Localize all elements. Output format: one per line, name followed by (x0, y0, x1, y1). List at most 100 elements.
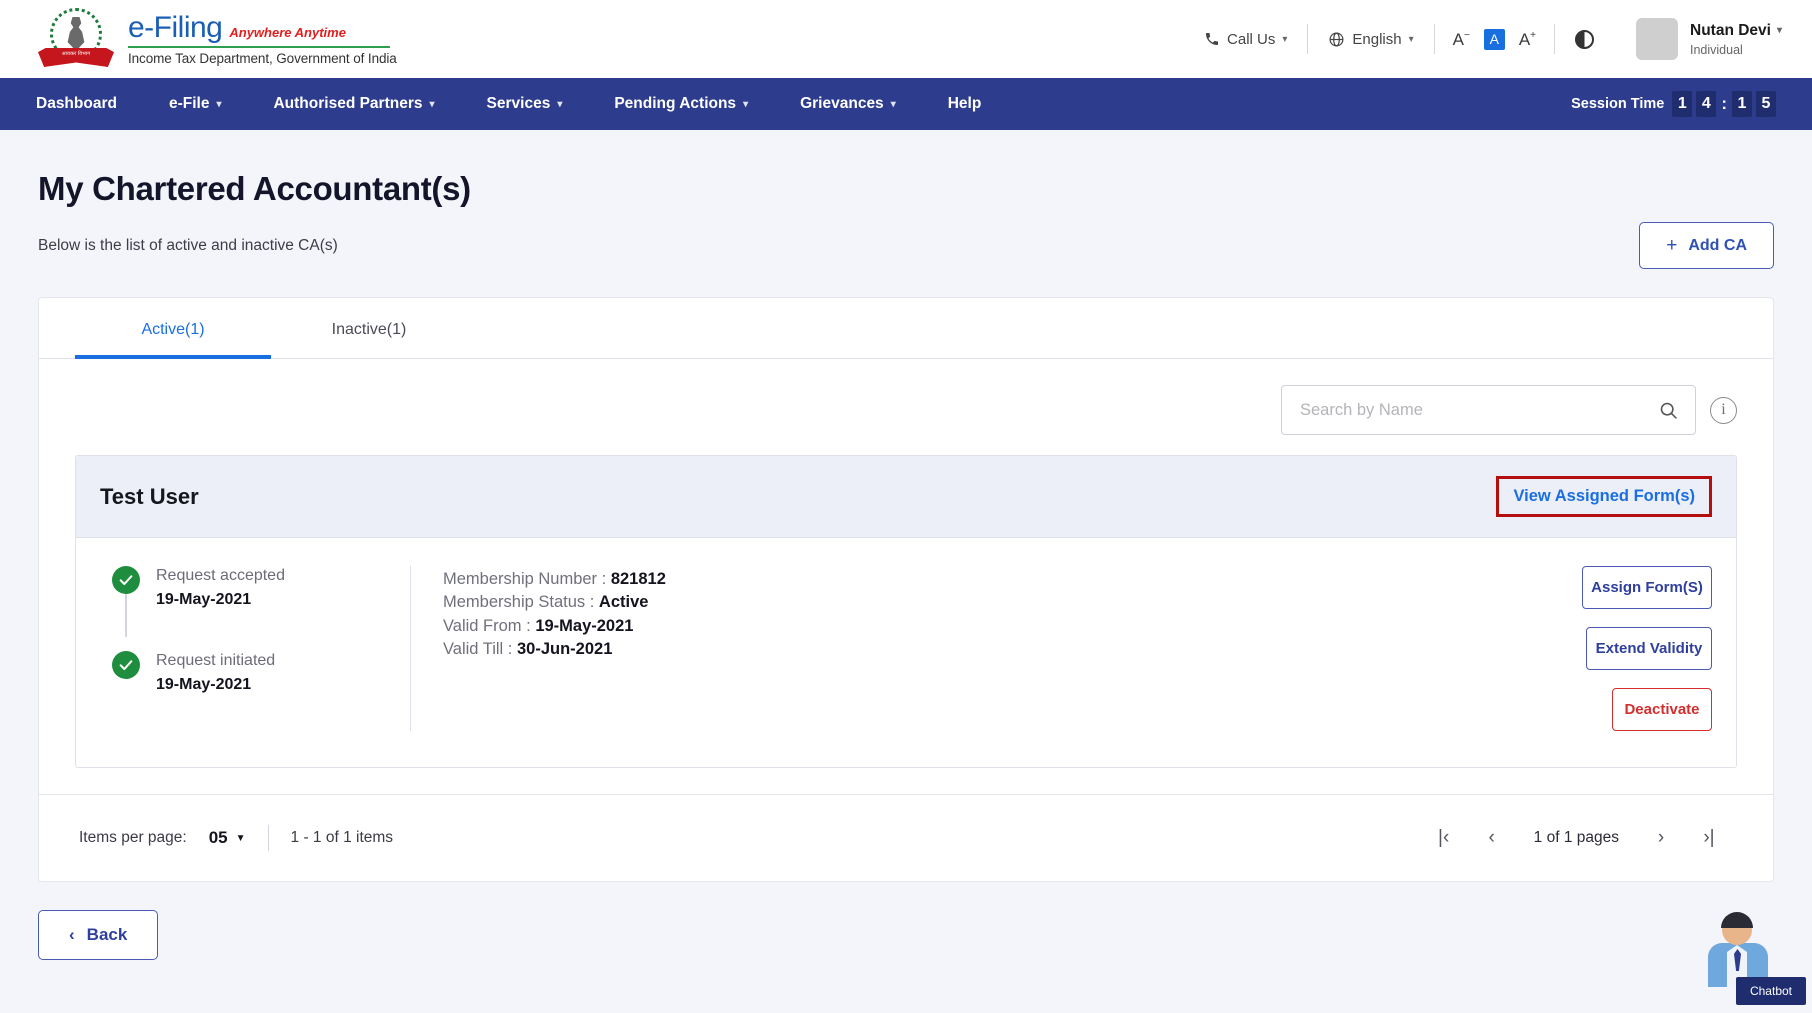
font-size-controls: A − A A + (1435, 28, 1554, 50)
next-page-button[interactable]: › (1637, 827, 1685, 849)
nav-item-services[interactable]: Services ▾ (487, 95, 563, 113)
contrast-toggle[interactable] (1555, 29, 1614, 49)
detail-label: Valid From : (443, 616, 531, 635)
tab-label: Inactive(1) (331, 321, 407, 338)
chevron-down-icon: ▾ (216, 98, 222, 110)
nav-item-label: Dashboard (36, 95, 117, 112)
search-input[interactable] (1298, 399, 1658, 421)
chatbot-avatar-icon (1702, 909, 1774, 987)
user-menu[interactable]: Nutan Devi ▾ Individual (1614, 18, 1782, 60)
add-ca-button[interactable]: + Add CA (1639, 222, 1774, 269)
ca-card: Test User View Assigned Form(s) Request … (75, 455, 1737, 768)
page-indicator: 1 of 1 pages (1533, 829, 1619, 846)
nav-item-label: Grievances (800, 95, 884, 112)
call-us-dropdown[interactable]: Call Us ▾ (1184, 31, 1307, 48)
tab-active[interactable]: Active(1) (75, 298, 271, 359)
user-name: Nutan Devi (1690, 21, 1771, 39)
nav-item-label: Services (486, 95, 551, 112)
search-box[interactable] (1281, 385, 1696, 435)
detail-value: 30-Jun-2021 (516, 640, 613, 659)
card-vertical-divider (410, 566, 411, 731)
page-content: My Chartered Accountant(s) Below is the … (0, 130, 1812, 960)
ca-name: Test User (100, 483, 199, 509)
detail-label: Valid Till : (443, 640, 513, 659)
contrast-icon (1575, 29, 1594, 49)
view-assigned-forms-link[interactable]: View Assigned Form(s) (1513, 487, 1695, 506)
back-label: Back (86, 925, 128, 944)
avatar (1636, 18, 1678, 60)
tab-label: Active(1) (141, 321, 205, 338)
ca-card-body: Request accepted 19-May-2021 Request ini… (76, 538, 1736, 767)
last-page-button[interactable]: ›| (1685, 827, 1733, 849)
nav-item-help[interactable]: Help (948, 95, 982, 113)
chevron-down-icon: ▾ (743, 98, 749, 110)
font-normal-label: A (1489, 31, 1499, 47)
chevron-down-icon: ▾ (1282, 33, 1288, 45)
session-digit: 4 (1696, 91, 1717, 117)
timeline-label: Request accepted (156, 567, 285, 584)
timeline-item: Request accepted 19-May-2021 (112, 566, 400, 651)
first-page-button[interactable]: |‹ (1420, 827, 1468, 849)
brand-logo[interactable]: आयकर विभाग e-Filing Anywhere Anytime Inc… (38, 8, 397, 70)
timeline-label: Request initiated (156, 652, 276, 669)
back-button[interactable]: ‹ Back (38, 910, 159, 960)
ca-membership-details: Membership Number : 821812 Membership St… (443, 566, 1512, 731)
plus-icon: + (1666, 235, 1678, 256)
footer-actions: ‹ Back (38, 882, 1774, 960)
brand-department: Income Tax Department, Government of Ind… (128, 50, 397, 66)
deactivate-button[interactable]: Deactivate (1612, 688, 1712, 731)
call-us-label: Call Us (1227, 30, 1276, 48)
page-subtitle-row: Below is the list of active and inactive… (38, 222, 1774, 269)
chevron-down-icon: ▾ (557, 98, 563, 110)
pagination-range: 1 - 1 of 1 items (290, 829, 394, 846)
add-ca-label: Add CA (1688, 236, 1747, 254)
session-timer: Session Time 1 4 : 1 5 (1571, 91, 1776, 117)
session-digit: 1 (1672, 91, 1693, 117)
page-subtitle: Below is the list of active and inactive… (38, 236, 338, 254)
font-increase-button[interactable]: A + (1519, 30, 1536, 48)
chatbot-label[interactable]: Chatbot (1735, 977, 1806, 1005)
app-header: आयकर विभाग e-Filing Anywhere Anytime Inc… (0, 0, 1812, 78)
language-dropdown[interactable]: English ▾ (1308, 31, 1433, 48)
detail-row: Membership Status : Active (443, 591, 1512, 614)
info-icon[interactable]: i (1710, 396, 1737, 424)
items-per-page-select[interactable]: 05 ▼ (209, 828, 246, 848)
nav-item-grievances[interactable]: Grievances ▾ (800, 95, 896, 113)
font-decrease-button[interactable]: A − (1452, 29, 1470, 49)
ca-card-header: Test User View Assigned Form(s) (76, 456, 1736, 538)
prev-page-button[interactable]: ‹ (1468, 827, 1516, 849)
ca-status-timeline: Request accepted 19-May-2021 Request ini… (100, 566, 400, 731)
session-digit: 5 (1756, 91, 1776, 117)
info-glyph: i (1721, 401, 1726, 418)
assign-forms-button[interactable]: Assign Form(S) (1582, 566, 1712, 609)
detail-label: Membership Number : (443, 570, 607, 588)
chatbot-widget[interactable]: Chatbot (1702, 909, 1806, 1005)
ca-list-panel: Active(1) Inactive(1) i Test User View A… (38, 297, 1774, 882)
timeline-date: 19-May-2021 (156, 591, 252, 608)
user-role: Individual (1690, 42, 1743, 57)
nav-item-authorised-partners[interactable]: Authorised Partners ▾ (273, 95, 434, 113)
font-decrease-label: A (1452, 29, 1464, 49)
detail-row: Membership Number : 821812 (443, 568, 1512, 591)
nav-item-efile[interactable]: e-File ▾ (169, 95, 222, 113)
tab-inactive[interactable]: Inactive(1) (271, 298, 467, 358)
nav-item-pending-actions[interactable]: Pending Actions ▾ (614, 95, 748, 113)
globe-icon (1328, 31, 1345, 48)
session-digit: 1 (1732, 91, 1752, 117)
chevron-down-icon: ▾ (1776, 25, 1782, 36)
nav-item-label: Help (947, 95, 982, 112)
brand-tagline: Anywhere Anytime (229, 24, 346, 40)
font-normal-button[interactable]: A (1483, 28, 1505, 50)
brand-divider (128, 45, 390, 48)
extend-validity-button[interactable]: Extend Validity (1586, 627, 1712, 670)
india-emblem-icon: आयकर विभाग (38, 8, 114, 70)
nav-item-label: Authorised Partners (273, 95, 423, 112)
search-icon[interactable] (1658, 400, 1679, 421)
nav-item-dashboard[interactable]: Dashboard (36, 95, 117, 113)
page-title: My Chartered Accountant(s) (38, 170, 471, 207)
pagination: Items per page: 05 ▼ 1 - 1 of 1 items |‹… (39, 794, 1773, 881)
search-row: i (39, 359, 1773, 435)
chevron-down-icon: ▾ (429, 98, 435, 110)
detail-value: Active (598, 593, 649, 612)
brand-efiling-text: e-Filing (128, 10, 223, 44)
